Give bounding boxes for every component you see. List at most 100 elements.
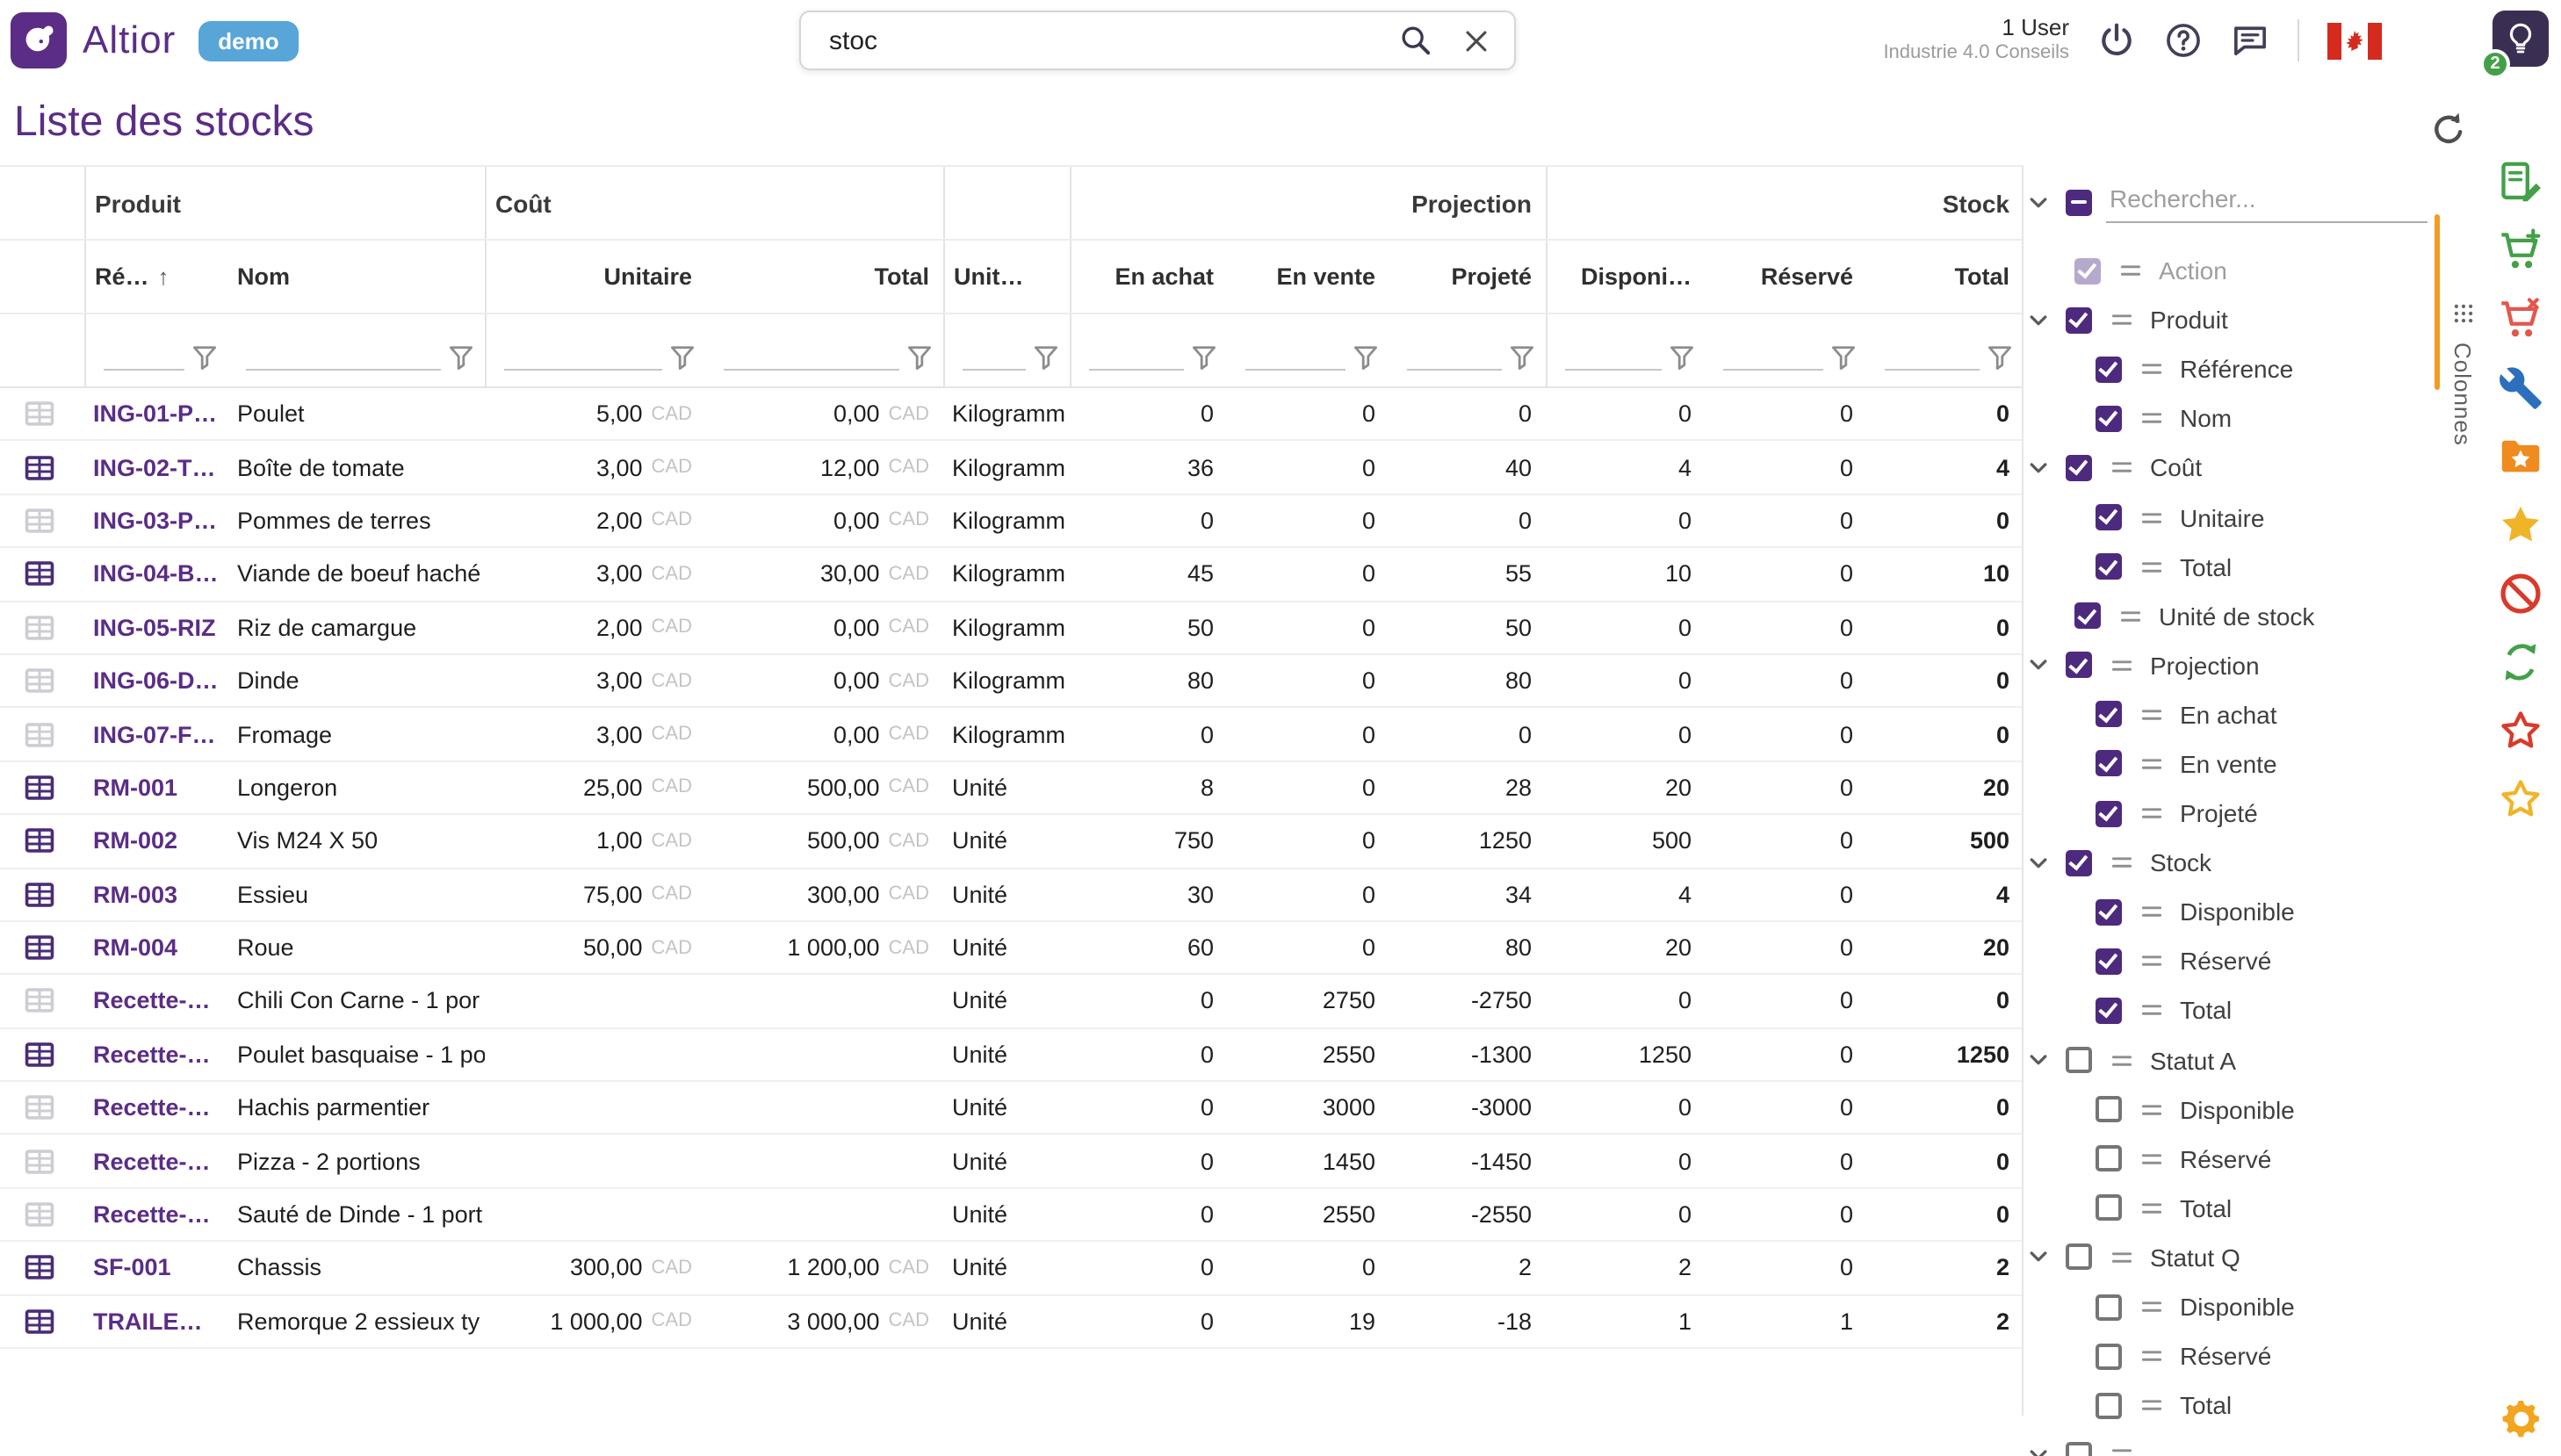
table-row[interactable]: Recette-…Hachis parmentierUnité03000-300… [0, 1082, 2022, 1135]
drag-handle-icon[interactable] [2139, 1097, 2164, 1121]
feedback-icon[interactable] [2231, 21, 2269, 60]
product-reference[interactable]: Recette-… [84, 1082, 228, 1134]
column-checkbox[interactable] [2096, 1145, 2122, 1171]
column-checkbox[interactable] [2066, 652, 2092, 679]
product-reference[interactable]: ING-04-B… [84, 548, 228, 600]
product-reference[interactable]: ING-03-P… [84, 495, 228, 547]
stock-edit-button[interactable] [2497, 158, 2544, 205]
column-checkbox[interactable] [2096, 800, 2122, 826]
star-outline-gold-button[interactable] [2497, 775, 2544, 822]
drag-handle-icon[interactable] [2139, 900, 2164, 925]
column-checkbox[interactable] [2096, 504, 2122, 530]
column-checkbox[interactable] [2096, 1392, 2122, 1418]
column-header-0[interactable]: Ré…↑ [84, 241, 228, 313]
folder-favorite-button[interactable] [2497, 432, 2544, 479]
drag-handle-icon[interactable] [2139, 703, 2164, 727]
drag-handle-icon[interactable] [2139, 801, 2164, 825]
table-row[interactable]: RM-003Essieu75,00CAD300,00CADUnité300344… [0, 869, 2022, 922]
product-reference[interactable]: SF-001 [84, 1243, 228, 1294]
product-reference[interactable]: RM-001 [84, 761, 228, 813]
chevron-down-icon[interactable] [2027, 191, 2050, 213]
chevron-down-icon[interactable] [2027, 654, 2050, 677]
table-row[interactable]: ING-07-F…Fromage3,00CAD0,00CADKilogramm0… [0, 709, 2022, 762]
drag-handle-icon[interactable] [2110, 307, 2134, 332]
drag-handle-icon[interactable] [2139, 1344, 2164, 1368]
table-row[interactable]: ING-03-P…Pommes de terres2,00CAD0,00CADK… [0, 495, 2022, 549]
table-row[interactable]: RM-004Roue50,00CAD1 000,00CADUnité600802… [0, 922, 2022, 976]
filter-icon[interactable] [669, 344, 696, 371]
filter-icon[interactable] [1191, 344, 1217, 371]
filter-input[interactable] [104, 353, 184, 371]
column-checkbox[interactable] [2096, 1294, 2122, 1320]
chevron-down-icon[interactable] [2027, 1246, 2050, 1269]
column-header-3[interactable]: Total [706, 241, 943, 313]
drag-handle-icon[interactable] [2139, 554, 2164, 579]
cart-add-button[interactable] [2497, 227, 2544, 274]
table-row[interactable]: Recette-…Chili Con Carne - 1 porUnité027… [0, 976, 2022, 1029]
table-row[interactable]: Recette-…Sauté de Dinde - 1 portUnité025… [0, 1189, 2022, 1243]
column-checkbox[interactable] [2066, 306, 2092, 333]
product-reference[interactable]: Recette-… [84, 1135, 228, 1187]
column-checkbox[interactable] [2066, 455, 2092, 481]
column-checkbox[interactable] [2066, 1244, 2092, 1271]
select-all-checkbox[interactable] [2066, 189, 2092, 215]
search-icon[interactable] [1398, 23, 1433, 58]
column-header-8[interactable]: Disponi… [1546, 241, 1706, 313]
idea-button[interactable]: 2 [2492, 11, 2549, 67]
filter-icon[interactable] [191, 344, 218, 371]
column-checkbox[interactable] [2096, 1195, 2122, 1222]
column-header-1[interactable]: Nom [228, 241, 485, 313]
star-gold-button[interactable] [2497, 501, 2544, 548]
filter-input[interactable] [724, 353, 899, 371]
drag-handle-icon[interactable] [2139, 752, 2164, 776]
column-checkbox[interactable] [2096, 1096, 2122, 1122]
drag-handle-icon[interactable] [2110, 1245, 2134, 1270]
filter-icon[interactable] [1830, 344, 1857, 371]
column-checkbox[interactable] [2096, 948, 2122, 975]
column-header-2[interactable]: Unitaire [485, 241, 706, 313]
column-header-4[interactable]: Unit… [943, 241, 1070, 313]
filter-icon[interactable] [1353, 344, 1379, 371]
column-checkbox[interactable] [2074, 257, 2101, 284]
filter-icon[interactable] [448, 344, 474, 371]
column-checkbox[interactable] [2096, 751, 2122, 777]
filter-input[interactable] [1089, 353, 1184, 371]
table-row[interactable]: ING-05-RIZRiz de camargue2,00CAD0,00CADK… [0, 602, 2022, 655]
drag-handle-icon[interactable] [2139, 357, 2164, 381]
product-reference[interactable]: ING-01-P… [84, 388, 228, 440]
product-reference[interactable]: TRAILE… [84, 1295, 228, 1347]
column-checkbox[interactable] [2096, 899, 2122, 926]
filter-input[interactable] [1245, 353, 1345, 371]
column-checkbox[interactable] [2096, 702, 2122, 728]
panel-scrollbar[interactable] [2435, 214, 2440, 390]
table-row[interactable]: RM-002Vis M24 X 501,00CAD500,00CADUnité7… [0, 815, 2022, 869]
drag-handle-icon[interactable] [2139, 1393, 2164, 1417]
drag-handle-icon[interactable] [2139, 1146, 2164, 1171]
column-checkbox[interactable] [2066, 1442, 2092, 1456]
table-row[interactable]: ING-06-D…Dinde3,00CAD0,00CADKilogramm800… [0, 655, 2022, 709]
filter-icon[interactable] [906, 344, 933, 371]
settings-gear-button[interactable] [2497, 1395, 2544, 1442]
column-header-6[interactable]: En vente [1228, 241, 1389, 313]
table-row[interactable]: ING-02-T…Boîte de tomate3,00CAD12,00CADK… [0, 442, 2022, 495]
drag-handle-icon[interactable] [2110, 456, 2134, 480]
star-outline-red-button[interactable] [2497, 706, 2544, 753]
product-reference[interactable]: Recette-… [84, 1189, 228, 1241]
filter-input[interactable] [963, 353, 1026, 371]
chevron-down-icon[interactable] [2027, 308, 2050, 331]
refresh-button[interactable] [2424, 105, 2473, 155]
drag-handle-icon[interactable] [2139, 407, 2164, 431]
table-row[interactable]: Recette-…Pizza - 2 portionsUnité01450-14… [0, 1135, 2022, 1189]
product-reference[interactable]: RM-003 [84, 869, 228, 920]
drag-handle-icon[interactable] [2139, 1196, 2164, 1221]
drag-handle-icon[interactable] [2118, 258, 2143, 283]
column-header-5[interactable]: En achat [1070, 241, 1228, 313]
drag-handle-icon[interactable] [2139, 505, 2164, 530]
drag-handle-icon[interactable] [2139, 949, 2164, 974]
sort-asc-icon[interactable]: ↑ [158, 263, 170, 290]
filter-input[interactable] [1885, 353, 1980, 371]
column-checkbox[interactable] [2066, 849, 2092, 876]
product-reference[interactable]: RM-004 [84, 922, 228, 974]
drag-handle-icon[interactable] [2110, 850, 2134, 875]
product-reference[interactable]: Recette-… [84, 976, 228, 1027]
